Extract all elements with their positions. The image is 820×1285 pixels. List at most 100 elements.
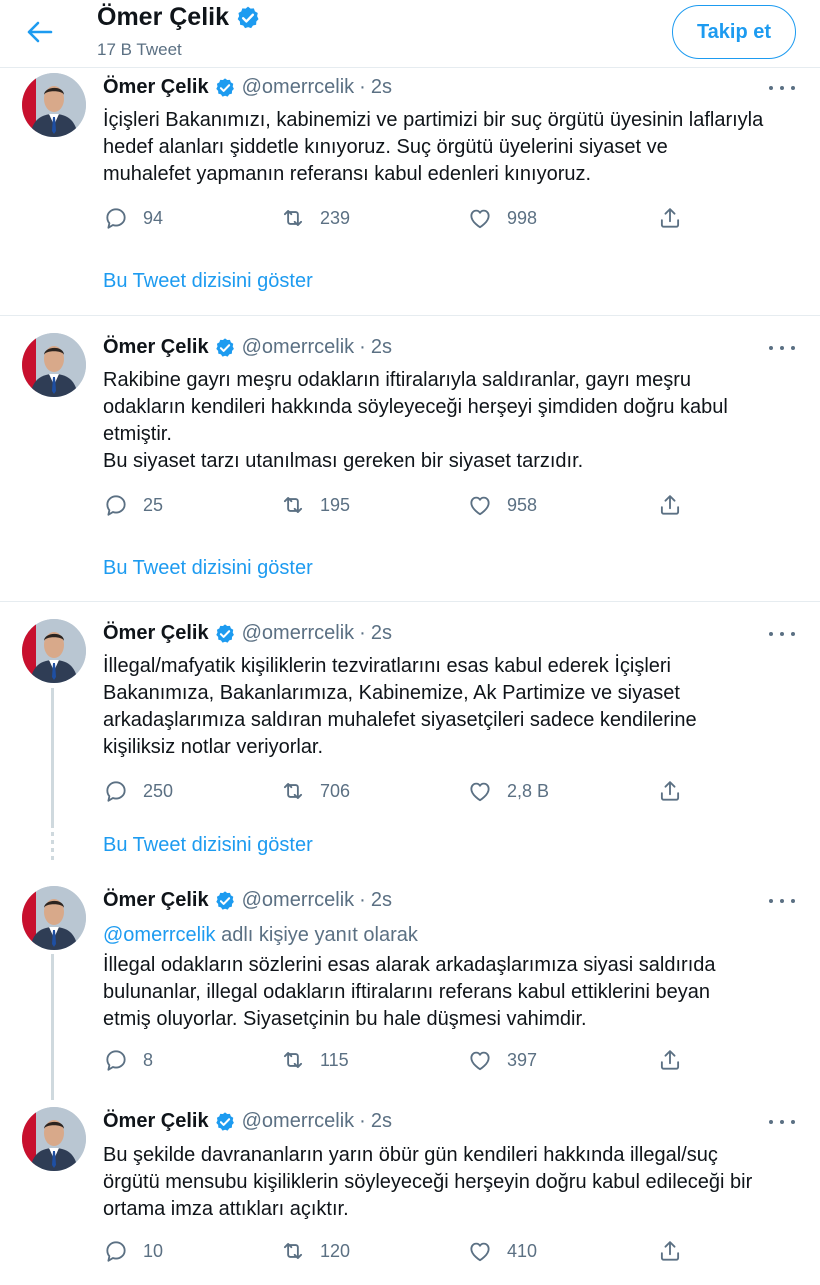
tweet-divider: [0, 601, 820, 602]
reply-count: 25: [143, 494, 164, 515]
reply-count: 8: [143, 1049, 154, 1070]
author-handle[interactable]: @omerrcelik: [242, 1110, 355, 1133]
share-button[interactable]: [657, 1238, 683, 1264]
separator-dot: ·: [359, 336, 366, 358]
tweet-header: Ömer Çelik @omerrcelik · 2s: [103, 1110, 392, 1133]
reply-count: 94: [143, 207, 164, 228]
profile-name: Ömer Çelik: [97, 3, 230, 31]
tweet-time[interactable]: 2s: [371, 336, 392, 359]
more-options-icon[interactable]: [766, 338, 798, 358]
tweet-divider: [0, 315, 820, 316]
reply-button[interactable]: 8: [103, 1047, 153, 1073]
more-dots-icon: [769, 86, 795, 90]
retweet-icon: [283, 1052, 303, 1068]
tweet-actions: 250 706 2,8 B: [0, 778, 820, 808]
share-button[interactable]: [657, 1047, 683, 1073]
tweet-time[interactable]: 2s: [371, 889, 392, 912]
like-button[interactable]: 958: [467, 492, 537, 518]
reply-count: 250: [143, 780, 174, 801]
share-icon: [660, 208, 680, 228]
tweet-text: İçişleri Bakanımızı, kabinemizi ve parti…: [103, 109, 764, 185]
separator-dot: ·: [359, 1110, 366, 1132]
share-button[interactable]: [657, 205, 683, 231]
author-name[interactable]: Ömer Çelik: [103, 889, 209, 912]
reply-button[interactable]: 94: [103, 205, 163, 231]
retweet-icon: [283, 497, 303, 513]
share-button[interactable]: [657, 492, 683, 518]
like-button[interactable]: 397: [467, 1047, 537, 1073]
share-icon: [660, 781, 680, 801]
more-options-icon[interactable]: [766, 624, 798, 644]
like-count: 998: [507, 207, 538, 228]
tweet-time[interactable]: 2s: [371, 1110, 392, 1133]
reply-context: @omerrcelik adlı kişiye yanıt olarak: [103, 924, 418, 947]
author-handle[interactable]: @omerrcelik: [242, 889, 355, 912]
retweet-button[interactable]: 115: [280, 1047, 349, 1073]
more-dots-icon: [769, 899, 795, 903]
author-name[interactable]: Ömer Çelik: [103, 622, 209, 645]
like-icon: [470, 1051, 490, 1071]
like-count: 410: [507, 1240, 538, 1261]
like-button[interactable]: 410: [467, 1238, 537, 1264]
reply-button[interactable]: 250: [103, 778, 173, 804]
author-name[interactable]: Ömer Çelik: [103, 76, 209, 99]
show-thread-link[interactable]: Bu Tweet dizisini göster: [103, 834, 313, 857]
reply-button[interactable]: 25: [103, 492, 163, 518]
retweet-icon: [283, 783, 303, 799]
tweet-text: Rakibine gayrı meşru odakların iftiralar…: [103, 369, 728, 472]
avatar[interactable]: [22, 619, 86, 683]
show-thread-link[interactable]: Bu Tweet dizisini göster: [103, 557, 313, 580]
author-handle[interactable]: @omerrcelik: [242, 622, 355, 645]
retweet-count: 239: [320, 207, 351, 228]
more-options-icon[interactable]: [766, 1112, 798, 1132]
tweet-actions: 25 195 958: [0, 492, 820, 522]
tweet-time[interactable]: 2s: [371, 622, 392, 645]
reply-mention-link[interactable]: @omerrcelik: [103, 924, 216, 946]
follow-button[interactable]: Takip et: [672, 5, 796, 59]
verified-badge-icon: [215, 337, 234, 357]
retweet-button[interactable]: 239: [280, 205, 350, 231]
tweet-text: Bu şekilde davrananların yarın öbür gün …: [103, 1144, 753, 1220]
like-count: 2,8 B: [507, 780, 550, 801]
retweet-count: 706: [320, 780, 351, 801]
share-button[interactable]: [657, 778, 683, 804]
more-options-icon[interactable]: [766, 891, 798, 911]
avatar[interactable]: [22, 73, 86, 137]
reply-context-text: adlı kişiye yanıt olarak: [215, 924, 418, 946]
retweet-icon: [283, 1243, 303, 1259]
more-options-icon[interactable]: [766, 78, 798, 98]
verified-badge-icon: [215, 1111, 234, 1131]
retweet-button[interactable]: 706: [280, 778, 350, 804]
avatar[interactable]: [22, 886, 86, 950]
separator-dot: ·: [359, 76, 366, 98]
like-button[interactable]: 998: [467, 205, 537, 231]
retweet-count: 115: [320, 1049, 349, 1070]
author-name[interactable]: Ömer Çelik: [103, 1110, 209, 1133]
profile-name-row: Ömer Çelik: [97, 3, 261, 32]
verified-badge-icon: [215, 77, 234, 97]
retweet-button[interactable]: 195: [280, 492, 350, 518]
like-icon: [470, 1242, 490, 1262]
like-count: 397: [507, 1049, 538, 1070]
retweet-icon: [283, 210, 303, 226]
show-thread-link[interactable]: Bu Tweet dizisini göster: [103, 270, 313, 293]
back-arrow-icon[interactable]: [24, 18, 56, 46]
reply-icon: [106, 495, 126, 516]
tweet-header: Ömer Çelik @omerrcelik · 2s: [103, 336, 392, 359]
author-handle[interactable]: @omerrcelik: [242, 76, 355, 99]
avatar[interactable]: [22, 1107, 86, 1171]
thread-connector-dotted: [51, 832, 54, 862]
author-handle[interactable]: @omerrcelik: [242, 336, 355, 359]
verified-badge-icon: [215, 890, 234, 910]
reply-button[interactable]: 10: [103, 1238, 163, 1264]
author-name[interactable]: Ömer Çelik: [103, 336, 209, 359]
retweet-button[interactable]: 120: [280, 1238, 350, 1264]
retweet-count: 195: [320, 494, 351, 515]
share-icon: [660, 1050, 680, 1070]
verified-badge-icon: [237, 6, 259, 28]
like-button[interactable]: 2,8 B: [467, 778, 549, 804]
avatar[interactable]: [22, 333, 86, 397]
tweet-time[interactable]: 2s: [371, 76, 392, 99]
tweet-actions: 94 239 998: [0, 205, 820, 235]
reply-icon: [106, 1050, 126, 1071]
